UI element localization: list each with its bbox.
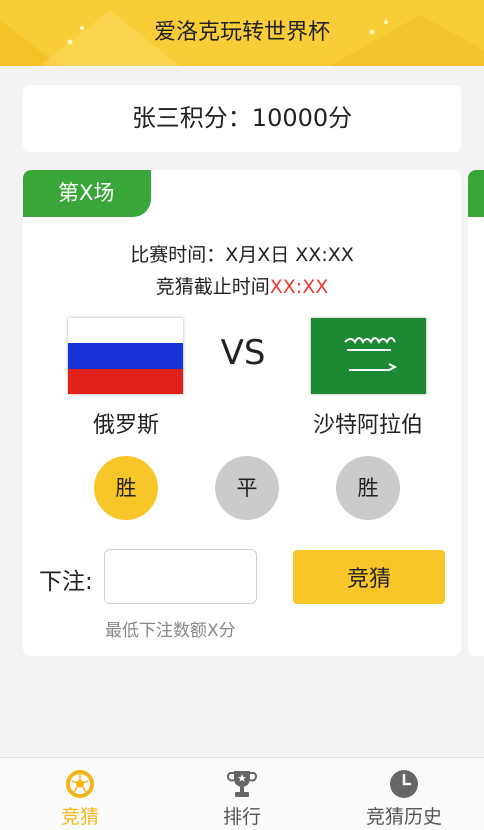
next-match-card[interactable] (468, 170, 484, 656)
option-draw[interactable]: 平 (215, 456, 279, 520)
guess-button[interactable]: 竞猜 (293, 550, 445, 604)
option-away-win[interactable]: 胜 (336, 456, 400, 520)
deadline-time: XX:XX (269, 276, 329, 298)
app-header: 爱洛克玩转世界杯 (0, 0, 484, 66)
page-title: 爱洛克玩转世界杯 (153, 20, 330, 45)
home-team-name: 俄罗斯 (92, 413, 159, 438)
deadline-line: 竞猜截止时间XX:XX (23, 272, 461, 299)
trophy-icon (227, 771, 257, 797)
saudi-arabia-flag (311, 318, 426, 394)
russia-flag (68, 318, 183, 394)
clock-icon (390, 770, 418, 798)
bet-amount-input[interactable] (104, 549, 257, 604)
vs-label: VS (220, 333, 266, 373)
tab-history-label: 竞猜历史 (365, 806, 442, 828)
user-score-card: 张三积分：10000分 (23, 85, 461, 152)
tab-ranking-label: 排行 (222, 806, 261, 828)
deadline-label: 竞猜截止时间 (155, 276, 270, 298)
next-round-badge (468, 170, 484, 217)
soccer-ball-icon (66, 770, 94, 798)
match-time: 比赛时间：X月X日 XX:XX (130, 244, 354, 266)
saudi-flag-emblem (344, 337, 398, 371)
tab-guess-label: 竞猜 (60, 806, 99, 828)
round-badge: 第X场 (23, 170, 151, 217)
bet-label: 下注: (39, 569, 93, 595)
min-bet-hint: 最低下注数额X分 (105, 621, 236, 641)
option-home-win[interactable]: 胜 (94, 456, 158, 520)
match-card: 第X场 比赛时间：X月X日 XX:XX 竞猜截止时间XX:XX VS 俄罗斯 沙… (23, 170, 461, 656)
away-team-name: 沙特阿拉伯 (312, 413, 423, 438)
tab-ranking[interactable]: 排行 (162, 758, 322, 830)
tab-history[interactable]: 竞猜历史 (324, 758, 484, 830)
user-score-text: 张三积分：10000分 (131, 104, 353, 132)
bottom-tab-bar: 竞猜 排行 竞猜历史 (0, 757, 484, 830)
tab-guess[interactable]: 竞猜 (0, 758, 160, 830)
